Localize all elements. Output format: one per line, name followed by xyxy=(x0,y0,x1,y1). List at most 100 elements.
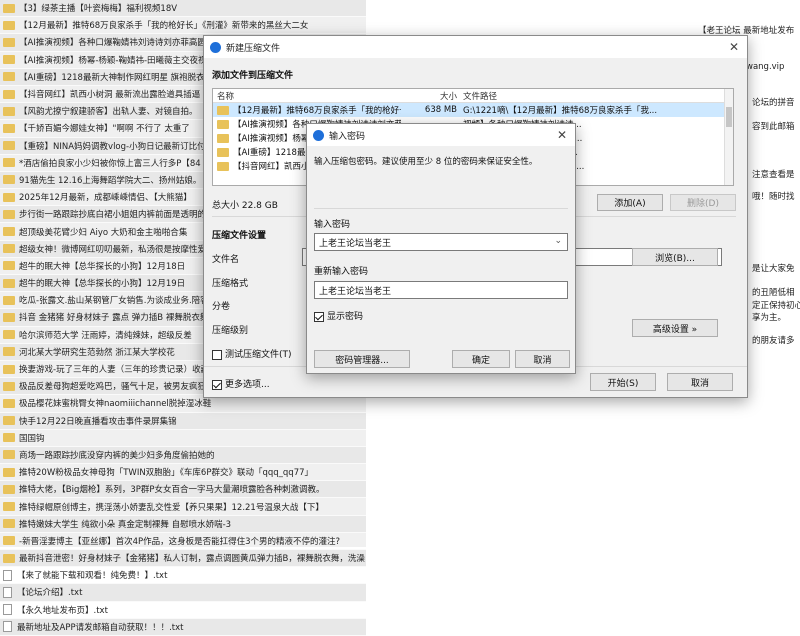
column-path[interactable]: 文件路径 xyxy=(463,90,733,102)
item-label: 商场一路跟踪抄底没穿内裤的美少妇多角度偷拍她的 xyxy=(19,450,215,461)
folder-icon xyxy=(3,295,15,305)
folder-icon xyxy=(3,72,15,82)
folder-icon xyxy=(217,147,229,157)
folder-item[interactable]: 推特绿帽原创博主，携淫荡小娇妻乱交性爱【养只果果】12.21号温泉大战【下】 xyxy=(0,498,366,516)
dialog-titlebar: 新建压缩文件 ✕ xyxy=(204,36,747,58)
item-label: -新晋淫妻博主【亚丝娜】首次4P作品，这身板是否能扛得住3个男的精液不停的灌注? xyxy=(19,536,341,547)
item-label: 吃瓜-张露文.盐山某钢管厂女销售.为谈成业务.陪客 xyxy=(19,296,209,307)
item-label: 河北某大学研究生范勃然 浙江某大学校花 xyxy=(19,347,175,358)
folder-item[interactable]: 推特20W粉极品女神母狗「TWIN双胞胎」《车库6P群交》联动「qqq_qq77… xyxy=(0,464,366,482)
filename-label: 文件名 xyxy=(212,255,240,265)
folder-icon xyxy=(3,175,15,185)
folder-icon xyxy=(3,502,15,512)
column-size[interactable]: 大小 xyxy=(401,90,463,102)
confirm-password-label: 重新输入密码 xyxy=(314,267,369,277)
item-label: 【风韵尤撩宁叙建骄客】出轨人妻、对镜自拍。 xyxy=(19,107,198,118)
folder-icon xyxy=(3,330,15,340)
folder-item[interactable]: 推特嫩妹大学生 纯欲小朵 真金定制裸舞 自慰喷水娇喘-3 xyxy=(0,515,366,533)
show-password-label: 显示密码 xyxy=(327,312,364,322)
folder-item[interactable]: -新晋淫妻博主【亚丝娜】首次4P作品，这身板是否能扛得住3个男的精液不停的灌注? xyxy=(0,533,366,550)
table-header: 名称 大小 文件路径 xyxy=(213,89,733,103)
file-item[interactable]: 最新地址及APP请发邮箱自动获取！！！.txt xyxy=(0,618,366,636)
folder-item[interactable]: 【12月最新】推特68万良家杀手「我的枪好长」《刑灌》新带来的黑丝大二女 xyxy=(0,17,366,35)
item-label: 哈尔滨师范大学 汪雨婷，清纯辣妹，超级反差 xyxy=(19,330,192,341)
password-manager-button[interactable]: 密码管理器... xyxy=(314,350,410,368)
level-label: 压缩级别 xyxy=(212,326,249,336)
item-label: 推特绿帽原创博主，携淫荡小娇妻乱交性爱【养只果果】12.21号温泉大战【下】 xyxy=(19,502,324,513)
add-button[interactable]: 添加(A) xyxy=(597,194,663,211)
folder-icon xyxy=(3,209,15,219)
folder-icon xyxy=(3,433,15,443)
folder-item[interactable]: 快手12月22日晚直播看攻击事件录屏集锦 xyxy=(0,412,366,430)
text-file-icon xyxy=(3,621,12,633)
checkbox-box[interactable] xyxy=(212,379,222,390)
item-label: 【抖音网红】凯西小树洞 最新流出露脸道具插逼 xyxy=(19,90,201,101)
more-options-checkbox[interactable]: 更多选项... xyxy=(212,377,270,390)
folder-icon xyxy=(3,192,15,202)
close-icon[interactable]: ✕ xyxy=(557,128,567,142)
folder-icon xyxy=(3,141,15,151)
doc-line: 享为主。 xyxy=(752,313,787,323)
confirm-password-input[interactable]: 上老王论坛当老王 xyxy=(314,281,568,299)
item-label: *酒店偷拍良家小少妇被你惊上富三人行多P【84 xyxy=(19,158,201,169)
folder-icon xyxy=(3,244,15,254)
file-item[interactable]: 【永久地址发布页】.txt xyxy=(0,602,366,619)
browse-button[interactable]: 浏览(B)... xyxy=(632,248,718,266)
cancel-button[interactable]: 取消 xyxy=(667,373,733,391)
folder-icon xyxy=(217,105,229,115)
folder-icon xyxy=(217,161,229,171)
password-dialog: 输入密码 ✕ 输入压缩包密码。建议使用至少 8 位的密码来保证安全性。 输入密码… xyxy=(306,123,576,374)
item-label: 国国钩 xyxy=(19,433,45,444)
cell-name: 【12月最新】推特68万良家杀手「我的枪好长」... xyxy=(213,104,401,116)
item-label: 【论坛介绍】.txt xyxy=(17,588,83,599)
item-label: 【来了就能下载和观看！纯免费！】.txt xyxy=(17,571,168,582)
password-input[interactable]: 上老王论坛当老王 ⌄ xyxy=(314,233,568,251)
folder-icon xyxy=(217,119,229,129)
checkbox-box[interactable] xyxy=(314,311,324,322)
folder-icon xyxy=(3,106,15,116)
folder-item[interactable]: 国国钩 xyxy=(0,430,366,447)
password-cancel-button[interactable]: 取消 xyxy=(515,350,570,368)
item-label: 超顶级美花臂少妇 Aiyo 大奶和金主啪啪合集 xyxy=(19,227,188,238)
section-add-files: 添加文件到压缩文件 xyxy=(212,71,294,81)
divider xyxy=(314,208,568,209)
item-label: 极品反差母狗超爱吃鸡巴，骚气十足，被男友疯狂抽 xyxy=(19,382,215,393)
folder-icon xyxy=(3,227,15,237)
advanced-settings-button[interactable]: 高级设置 » xyxy=(632,319,718,337)
folder-icon xyxy=(217,133,229,143)
item-label: 步行街一路跟踪抄底白裙小姐姐内裤前面是透明的 xyxy=(19,210,207,221)
file-item[interactable]: 【论坛介绍】.txt xyxy=(0,584,366,602)
folder-item[interactable]: 商场一路跟踪抄底没穿内裤的美少妇多角度偷拍她的 xyxy=(0,446,366,465)
checkbox-box[interactable] xyxy=(212,349,222,360)
password-value: 上老王论坛当老王 xyxy=(319,238,392,249)
item-label: 超级女神！微博网红叨叨最新，私汤很是按摩性爱 xyxy=(19,244,207,255)
cell-path: G:\1221嘀\【12月最新】推特68万良家杀手「我... xyxy=(463,106,658,116)
section-settings: 压缩文件设置 xyxy=(212,231,267,241)
cell-size: 638 MB xyxy=(424,105,457,115)
folder-icon xyxy=(3,536,15,546)
delete-button[interactable]: 删除(D) xyxy=(670,194,736,211)
folder-item[interactable]: 推特大佬，【Big烟枪】系列，3P群P女女百合一字马大量潮喷露脸各种刺激调教。 xyxy=(0,481,366,499)
close-icon[interactable]: ✕ xyxy=(729,40,739,54)
text-file-icon xyxy=(3,586,12,598)
more-options-label: 更多选项... xyxy=(225,380,270,390)
folder-icon xyxy=(3,450,15,460)
test-archive-checkbox[interactable]: 测试压缩文件(T) xyxy=(212,347,292,360)
folder-icon xyxy=(3,3,15,13)
folder-icon xyxy=(3,158,15,168)
file-item[interactable]: 【来了就能下载和观看！纯免费！】.txt xyxy=(0,567,366,585)
table-row[interactable]: 【12月最新】推特68万良家杀手「我的枪好长」... 638 MB G:\1221嘀… xyxy=(213,103,733,117)
item-label: 【12月最新】推特68万良家杀手「我的枪好长」《刑灌》新带来的黑丝大二女 xyxy=(19,21,309,32)
item-label: 【重磅】NINA妈妈调教vlog-小狗日记最新订比付 xyxy=(19,141,206,152)
folder-icon xyxy=(3,55,15,65)
start-button[interactable]: 开始(S) xyxy=(590,373,656,391)
chevron-down-icon[interactable]: ⌄ xyxy=(554,236,562,246)
scrollbar[interactable] xyxy=(724,89,733,185)
folder-icon xyxy=(3,278,15,288)
column-name[interactable]: 名称 xyxy=(213,90,401,102)
item-label: 【永久地址发布页】.txt xyxy=(17,605,108,616)
ok-button[interactable]: 确定 xyxy=(452,350,510,368)
show-password-checkbox[interactable]: 显示密码 xyxy=(314,309,363,322)
folder-item[interactable]: 最新抖音泄密！好身材妹子【金猪猪】私人订制，露点调圆黄瓜弹力插B，裸舞脱衣舞，洗… xyxy=(0,550,366,568)
folder-item[interactable]: 【3】绿茶主播【叶瓷梅梅】福利视频18V xyxy=(0,0,366,18)
